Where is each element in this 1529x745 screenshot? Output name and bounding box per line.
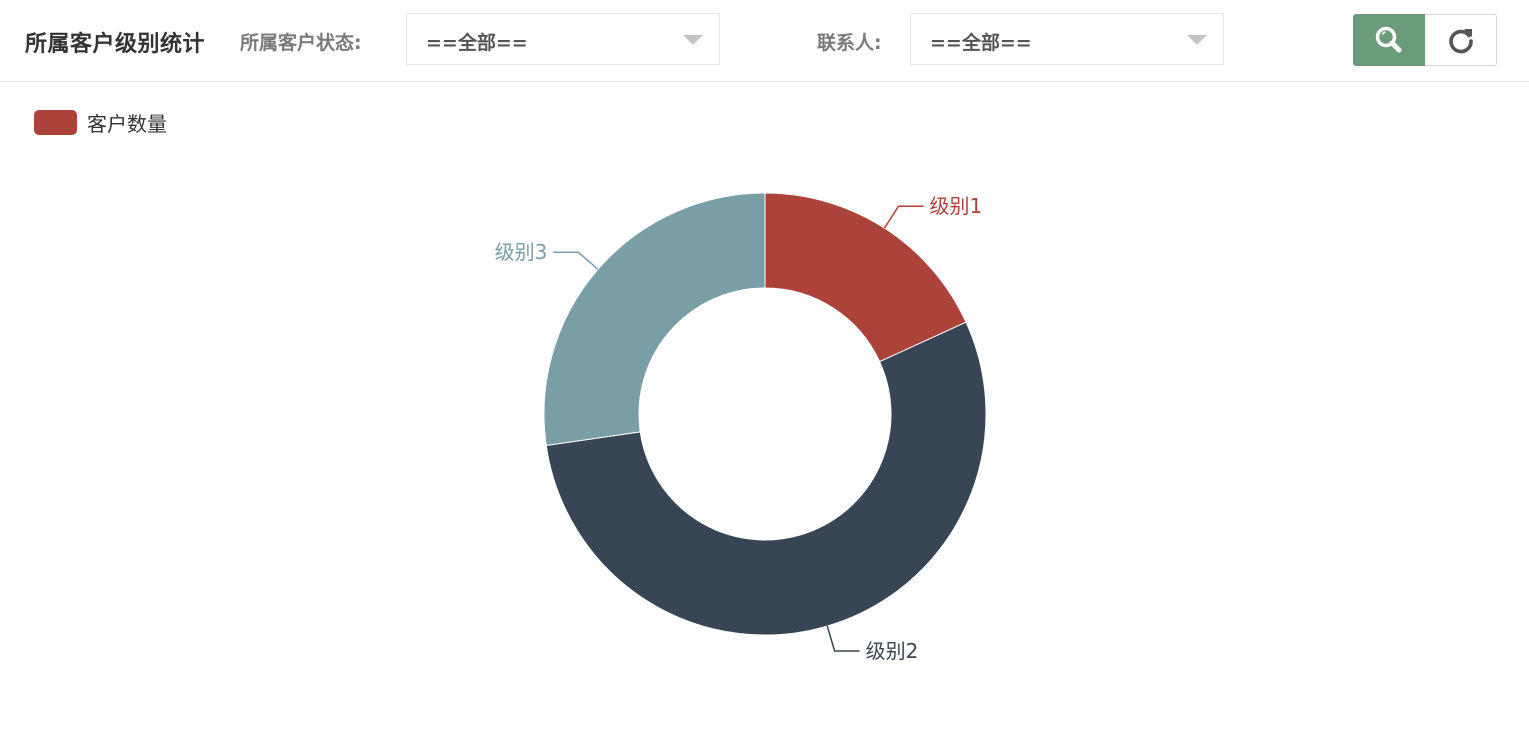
- slice-leader-line: [826, 625, 860, 652]
- donut-slice-3[interactable]: [543, 192, 766, 447]
- donut-chart: 级别1 级别2 级别3: [495, 192, 987, 663]
- slice-label: 级别2: [866, 639, 919, 663]
- slice-leader-line: [883, 205, 924, 229]
- slice-label: 级别1: [930, 194, 983, 218]
- slice-label: 级别3: [495, 240, 548, 264]
- slice-leader-line: [553, 251, 599, 270]
